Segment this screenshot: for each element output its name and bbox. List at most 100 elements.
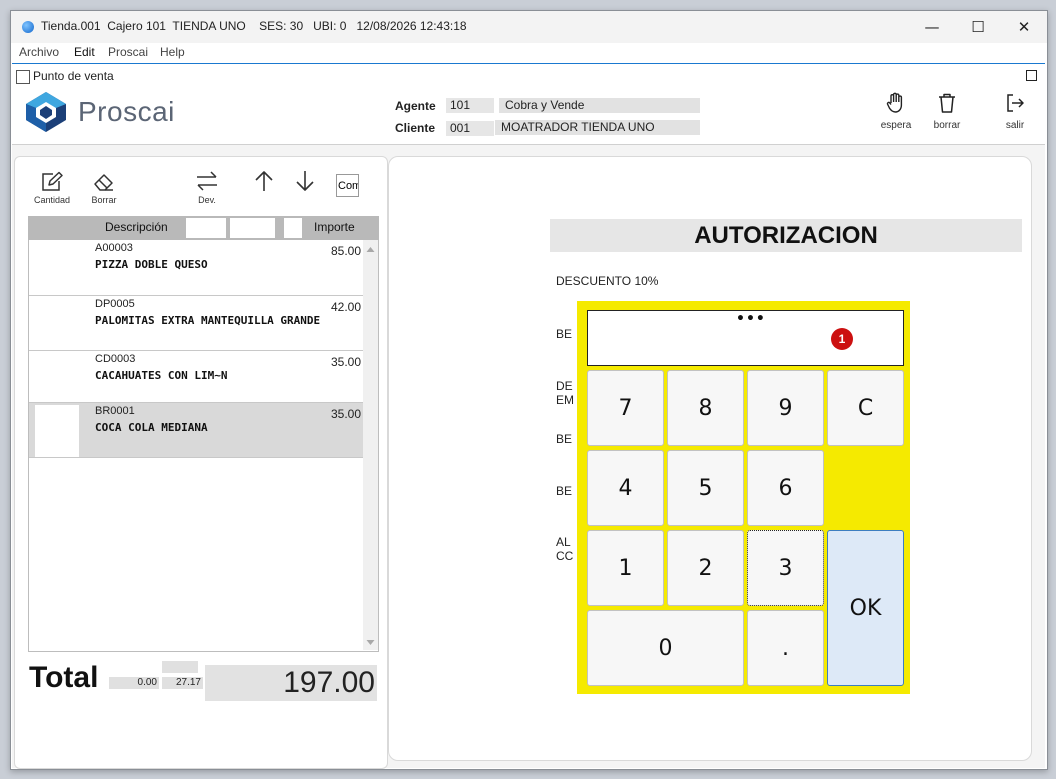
background-option: DESCUENTO 10%: [556, 274, 659, 288]
background-option: BE: [556, 484, 573, 498]
dev-button[interactable]: Dev.: [187, 169, 227, 205]
agente-name-field: Cobra y Vende: [499, 98, 700, 113]
key-5[interactable]: 5: [667, 450, 744, 526]
item-amount: 35.00: [330, 355, 361, 369]
total-label: Total: [29, 661, 99, 694]
key-clear[interactable]: C: [827, 370, 904, 446]
item-code: A00003: [95, 242, 133, 254]
move-down-button[interactable]: [293, 169, 317, 195]
table-row[interactable]: A00003 PIZZA DOBLE QUESO 85.00: [29, 240, 363, 296]
authorization-title: AUTORIZACION: [550, 219, 1022, 252]
cliente-label: Cliente: [395, 121, 436, 135]
pos-window-checkbox[interactable]: [16, 70, 30, 84]
agente-code-field[interactable]: 101: [446, 98, 494, 113]
pos-maximize-icon[interactable]: [1026, 70, 1037, 81]
close-button[interactable]: ✕: [1001, 11, 1047, 43]
borrar-header-label: borrar: [933, 120, 961, 131]
key-9[interactable]: 9: [747, 370, 824, 446]
key-1[interactable]: 1: [587, 530, 664, 606]
password-field[interactable]: ••• 1: [587, 310, 904, 366]
item-code: CD0003: [95, 353, 136, 365]
table-row[interactable]: CD0003 CACAHUATES CON LIM~N 35.00: [29, 351, 363, 403]
background-option: BE: [556, 327, 573, 341]
eraser-icon: [94, 174, 113, 191]
grid-scrollbar[interactable]: [363, 240, 378, 650]
arrow-up-icon: [255, 171, 273, 191]
background-option: BE: [556, 432, 573, 446]
edit-icon: [42, 171, 63, 191]
minimize-button[interactable]: —: [909, 11, 955, 43]
cliente-code-field[interactable]: 001: [446, 121, 494, 136]
grid-header-blank: [230, 218, 275, 238]
app-window: Tienda.001 Cajero 101 TIENDA UNO SES: 30…: [10, 10, 1048, 770]
globe-icon: [22, 21, 34, 33]
key-0[interactable]: 0: [587, 610, 744, 686]
cantidad-button[interactable]: Cantidad: [28, 171, 76, 205]
grid-header-blank: [284, 218, 302, 238]
item-image-placeholder: [35, 405, 79, 457]
espera-button[interactable]: espera: [876, 92, 916, 131]
menu-archivo[interactable]: Archivo: [19, 45, 59, 59]
key-4[interactable]: 4: [587, 450, 664, 526]
discount-value: 0.00: [109, 677, 159, 689]
cantidad-label: Cantidad: [33, 195, 71, 205]
item-description: PALOMITAS EXTRA MANTEQUILLA GRANDE: [95, 314, 321, 327]
item-description: PIZZA DOBLE QUESO: [95, 258, 208, 271]
table-row-selected[interactable]: BR0001 COCA COLA MEDIANA 35.00: [29, 403, 363, 458]
item-description: CACAHUATES CON LIM~N: [95, 369, 228, 382]
espera-label: espera: [880, 120, 912, 131]
totals-blank-box: [162, 661, 198, 673]
borrar-button[interactable]: Borrar: [81, 171, 127, 205]
menu-help[interactable]: Help: [160, 45, 185, 59]
grid-header: Descripción Importe: [28, 216, 379, 240]
error-badge: 1: [831, 328, 853, 350]
authorization-keypad: ••• 1 7 8 9 C 4 5 6 1 2 3 OK 0 .: [577, 301, 910, 694]
pos-title: Punto de venta: [33, 69, 114, 83]
key-2[interactable]: 2: [667, 530, 744, 606]
pos-frame: Punto de venta Proscai Agente 101 Cobra …: [12, 63, 1045, 769]
ticket-panel: Cantidad Borrar Dev. Com Descripción Imp…: [14, 156, 388, 769]
menu-bar: Archivo Edit Proscai Help: [11, 43, 1047, 63]
proscai-logo-icon: [26, 92, 66, 132]
grid-header-blank: [186, 218, 226, 238]
ok-button[interactable]: OK: [827, 530, 904, 686]
agente-label: Agente: [395, 99, 436, 113]
arrow-down-icon: [296, 171, 314, 191]
item-code: DP0005: [95, 298, 135, 310]
item-description: COCA COLA MEDIANA: [95, 421, 208, 434]
item-amount: 35.00: [330, 407, 361, 421]
scroll-down-icon[interactable]: [363, 637, 378, 649]
item-code: BR0001: [95, 405, 135, 417]
swap-arrows-icon: [197, 171, 217, 191]
authorization-panel: AUTORIZACION DESCUENTO 10% BE DE EM BE B…: [388, 156, 1032, 761]
tax-value: 27.17: [162, 677, 203, 689]
logo-text: Proscai: [78, 96, 175, 127]
borrar-label: Borrar: [91, 195, 117, 205]
hand-icon: [886, 92, 903, 113]
password-mask: •••: [736, 311, 766, 327]
table-row[interactable]: DP0005 PALOMITAS EXTRA MANTEQUILLA GRAND…: [29, 296, 363, 351]
title-bar: Tienda.001 Cajero 101 TIENDA UNO SES: 30…: [11, 11, 1047, 43]
cliente-name-field: MOATRADOR TIENDA UNO: [495, 120, 700, 135]
item-amount: 42.00: [330, 300, 361, 314]
salir-button[interactable]: salir: [995, 92, 1035, 131]
key-7[interactable]: 7: [587, 370, 664, 446]
ticket-grid: A00003 PIZZA DOBLE QUESO 85.00 DP0005 PA…: [28, 240, 379, 652]
key-3[interactable]: 3: [747, 530, 824, 606]
scroll-up-icon[interactable]: [363, 244, 378, 256]
background-option: AL CC: [556, 535, 574, 563]
borrar-header-button[interactable]: borrar: [925, 92, 969, 131]
window-title: Tienda.001 Cajero 101 TIENDA UNO SES: 30…: [41, 19, 467, 33]
maximize-button[interactable]: ☐: [955, 11, 1001, 43]
descripcion-header[interactable]: Descripción: [105, 220, 168, 234]
key-decimal[interactable]: .: [747, 610, 824, 686]
com-button[interactable]: Com: [336, 174, 359, 197]
key-8[interactable]: 8: [667, 370, 744, 446]
menu-proscai[interactable]: Proscai: [108, 45, 148, 59]
move-up-button[interactable]: [252, 169, 276, 195]
key-6[interactable]: 6: [747, 450, 824, 526]
trash-icon: [939, 93, 955, 113]
menu-edit[interactable]: Edit: [74, 45, 95, 59]
importe-header[interactable]: Importe: [314, 220, 355, 234]
exit-icon: [1007, 94, 1024, 112]
